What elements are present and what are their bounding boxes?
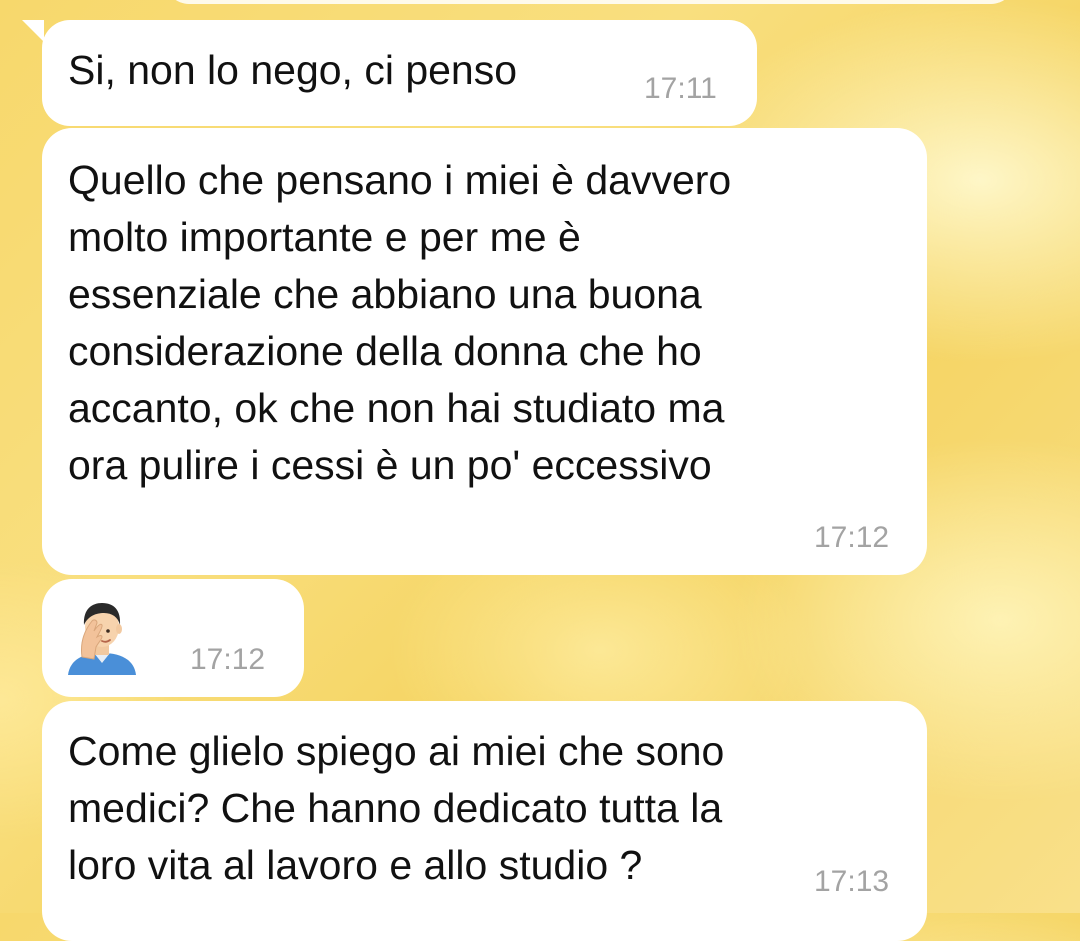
message-text: Come glielo spiego ai miei che sono medi…: [68, 728, 725, 888]
message-text: Si, non lo nego, ci penso: [68, 47, 518, 93]
message-timestamp: 17:13: [814, 865, 890, 898]
message-bubble[interactable]: 17:12: [42, 579, 304, 697]
chat-thread[interactable]: Si, non lo nego, ci penso 17:11 Quello c…: [0, 0, 1080, 941]
message-text: Quello che pensano i miei è davvero molt…: [68, 157, 732, 488]
message-bubble[interactable]: Come glielo spiego ai miei che sono medi…: [42, 701, 927, 941]
message-timestamp: 17:12: [814, 521, 890, 554]
message-timestamp: 17:12: [190, 643, 266, 676]
previous-message-bubble-edge[interactable]: [165, 0, 1015, 4]
message-bubble[interactable]: Quello che pensano i miei è davvero molt…: [42, 128, 927, 575]
message-timestamp: 17:11: [644, 72, 717, 105]
bubble-tail: [22, 20, 44, 42]
message-bubble[interactable]: Si, non lo nego, ci penso 17:11: [22, 20, 757, 126]
man-facepalming-icon: [68, 603, 136, 675]
